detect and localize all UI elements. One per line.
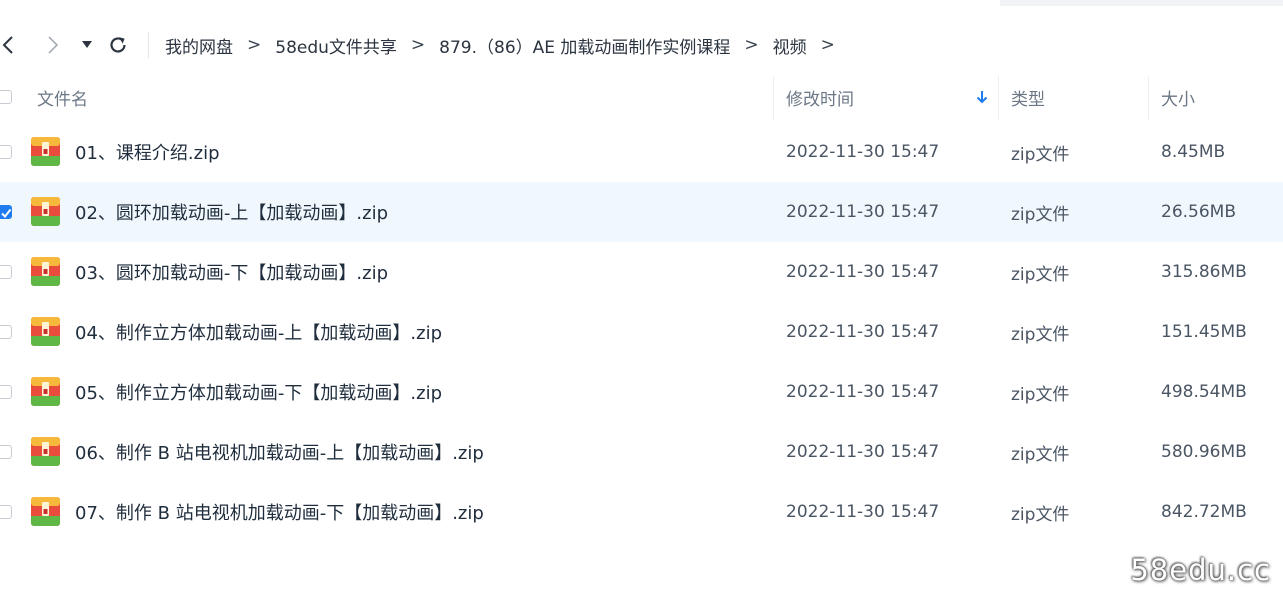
select-all-checkbox[interactable] bbox=[0, 90, 12, 104]
file-type: zip文件 bbox=[1011, 444, 1070, 465]
file-type: zip文件 bbox=[1011, 324, 1070, 345]
file-size: 8.45MB bbox=[1161, 142, 1226, 162]
arrow-down-icon bbox=[976, 91, 988, 104]
file-icon bbox=[30, 136, 61, 167]
file-row[interactable]: 06、制作 B 站电视机加载动画-上【加载动画】.zip 2022-11-30 1… bbox=[0, 422, 1283, 482]
file-icon bbox=[30, 256, 61, 287]
file-row[interactable]: 03、圆环加载动画-下【加载动画】.zip 2022-11-30 15:47 zip… bbox=[0, 242, 1283, 302]
file-icon bbox=[30, 436, 61, 467]
refresh-icon bbox=[110, 37, 126, 53]
column-header-name[interactable]: 文件名 bbox=[37, 72, 88, 122]
chevron-left-icon bbox=[2, 36, 13, 54]
file-size: 315.86MB bbox=[1161, 262, 1247, 282]
zip-archive-icon bbox=[31, 437, 60, 466]
file-icon bbox=[30, 376, 61, 407]
breadcrumb-separator: > bbox=[247, 35, 262, 55]
row-checkbox[interactable] bbox=[0, 265, 12, 279]
watermark: 58edu.cc bbox=[1130, 553, 1271, 587]
zip-archive-icon bbox=[31, 257, 60, 286]
file-type: zip文件 bbox=[1011, 384, 1070, 405]
file-row[interactable]: 04、制作立方体加载动画-上【加载动画】.zip 2022-11-30 15:47… bbox=[0, 302, 1283, 362]
navigation-bar: 我的网盘 >58edu文件共享 >879.（86）AE 加载动画制作实例课程 > 视频 > bbox=[0, 26, 1283, 64]
breadcrumb-separator: > bbox=[410, 35, 426, 55]
file-type: zip文件 bbox=[1011, 504, 1070, 525]
file-icon bbox=[30, 316, 61, 347]
file-name[interactable]: 01、课程介绍.zip bbox=[75, 122, 220, 182]
file-row[interactable]: 07、制作 B 站电视机加载动画-下【加载动画】.zip 2022-11-30 1… bbox=[0, 482, 1283, 542]
row-checkbox[interactable] bbox=[0, 445, 12, 459]
column-separator bbox=[1148, 76, 1149, 120]
back-button[interactable] bbox=[0, 26, 16, 64]
column-separator bbox=[773, 76, 774, 120]
file-modified-time: 2022-11-30 15:47 bbox=[786, 142, 940, 162]
history-dropdown-button[interactable] bbox=[80, 26, 94, 64]
row-checkbox[interactable] bbox=[0, 505, 12, 519]
file-type: zip文件 bbox=[1011, 264, 1070, 285]
file-modified-time: 2022-11-30 15:47 bbox=[786, 442, 940, 462]
breadcrumb-item[interactable]: 我的网盘 bbox=[165, 33, 233, 58]
top-strip bbox=[1000, 0, 1283, 6]
file-size: 498.54MB bbox=[1161, 382, 1247, 402]
file-size: 842.72MB bbox=[1161, 502, 1247, 522]
file-icon bbox=[30, 196, 61, 227]
file-modified-time: 2022-11-30 15:47 bbox=[786, 202, 940, 222]
chevron-right-icon bbox=[48, 36, 59, 54]
row-checkbox[interactable] bbox=[0, 205, 12, 219]
forward-button[interactable] bbox=[42, 26, 64, 64]
zip-archive-icon bbox=[31, 317, 60, 346]
breadcrumb: 我的网盘 >58edu文件共享 >879.（86）AE 加载动画制作实例课程 > 视频 > bbox=[165, 26, 835, 64]
file-name[interactable]: 04、制作立方体加载动画-上【加载动画】.zip bbox=[75, 302, 442, 362]
file-size: 151.45MB bbox=[1161, 322, 1247, 342]
breadcrumb-item[interactable]: 视频 bbox=[773, 33, 807, 58]
column-separator bbox=[998, 76, 999, 120]
breadcrumb-item[interactable]: 879.（86）AE 加载动画制作实例课程 bbox=[439, 33, 730, 58]
sort-descending-button[interactable] bbox=[976, 72, 988, 122]
file-name[interactable]: 06、制作 B 站电视机加载动画-上【加载动画】.zip bbox=[75, 422, 484, 482]
file-name[interactable]: 07、制作 B 站电视机加载动画-下【加载动画】.zip bbox=[75, 482, 484, 542]
file-name[interactable]: 05、制作立方体加载动画-下【加载动画】.zip bbox=[75, 362, 442, 422]
file-modified-time: 2022-11-30 15:47 bbox=[786, 262, 940, 282]
zip-archive-icon bbox=[31, 137, 60, 166]
file-row[interactable]: 02、圆环加载动画-上【加载动画】.zip 2022-11-30 15:47 zip… bbox=[0, 182, 1283, 242]
file-modified-time: 2022-11-30 15:47 bbox=[786, 502, 940, 522]
file-list-header: 文件名 修改时间 类型 大小 bbox=[0, 72, 1283, 122]
zip-archive-icon bbox=[31, 197, 60, 226]
breadcrumb-item[interactable]: 58edu文件共享 bbox=[275, 33, 397, 58]
caret-down-icon bbox=[82, 41, 92, 48]
file-name[interactable]: 03、圆环加载动画-下【加载动画】.zip bbox=[75, 242, 388, 302]
row-checkbox[interactable] bbox=[0, 385, 12, 399]
zip-archive-icon bbox=[31, 497, 60, 526]
breadcrumb-separator: > bbox=[744, 35, 759, 55]
column-header-type[interactable]: 类型 bbox=[1011, 72, 1045, 122]
row-checkbox[interactable] bbox=[0, 145, 12, 159]
file-row[interactable]: 05、制作立方体加载动画-下【加载动画】.zip 2022-11-30 15:47… bbox=[0, 362, 1283, 422]
file-row[interactable]: 01、课程介绍.zip 2022-11-30 15:47 zip文件 8.45MB bbox=[0, 122, 1283, 182]
breadcrumb-separator: > bbox=[820, 35, 835, 55]
row-checkbox[interactable] bbox=[0, 325, 12, 339]
column-header-size[interactable]: 大小 bbox=[1161, 72, 1195, 122]
column-header-modified[interactable]: 修改时间 bbox=[786, 72, 854, 122]
file-icon bbox=[30, 496, 61, 527]
file-size: 580.96MB bbox=[1161, 442, 1247, 462]
zip-archive-icon bbox=[31, 377, 60, 406]
file-modified-time: 2022-11-30 15:47 bbox=[786, 382, 940, 402]
file-type: zip文件 bbox=[1011, 144, 1070, 165]
file-name[interactable]: 02、圆环加载动画-上【加载动画】.zip bbox=[75, 182, 388, 242]
nav-divider bbox=[148, 32, 149, 58]
file-modified-time: 2022-11-30 15:47 bbox=[786, 322, 940, 342]
file-type: zip文件 bbox=[1011, 204, 1070, 225]
refresh-button[interactable] bbox=[105, 26, 131, 64]
file-size: 26.56MB bbox=[1161, 202, 1236, 222]
